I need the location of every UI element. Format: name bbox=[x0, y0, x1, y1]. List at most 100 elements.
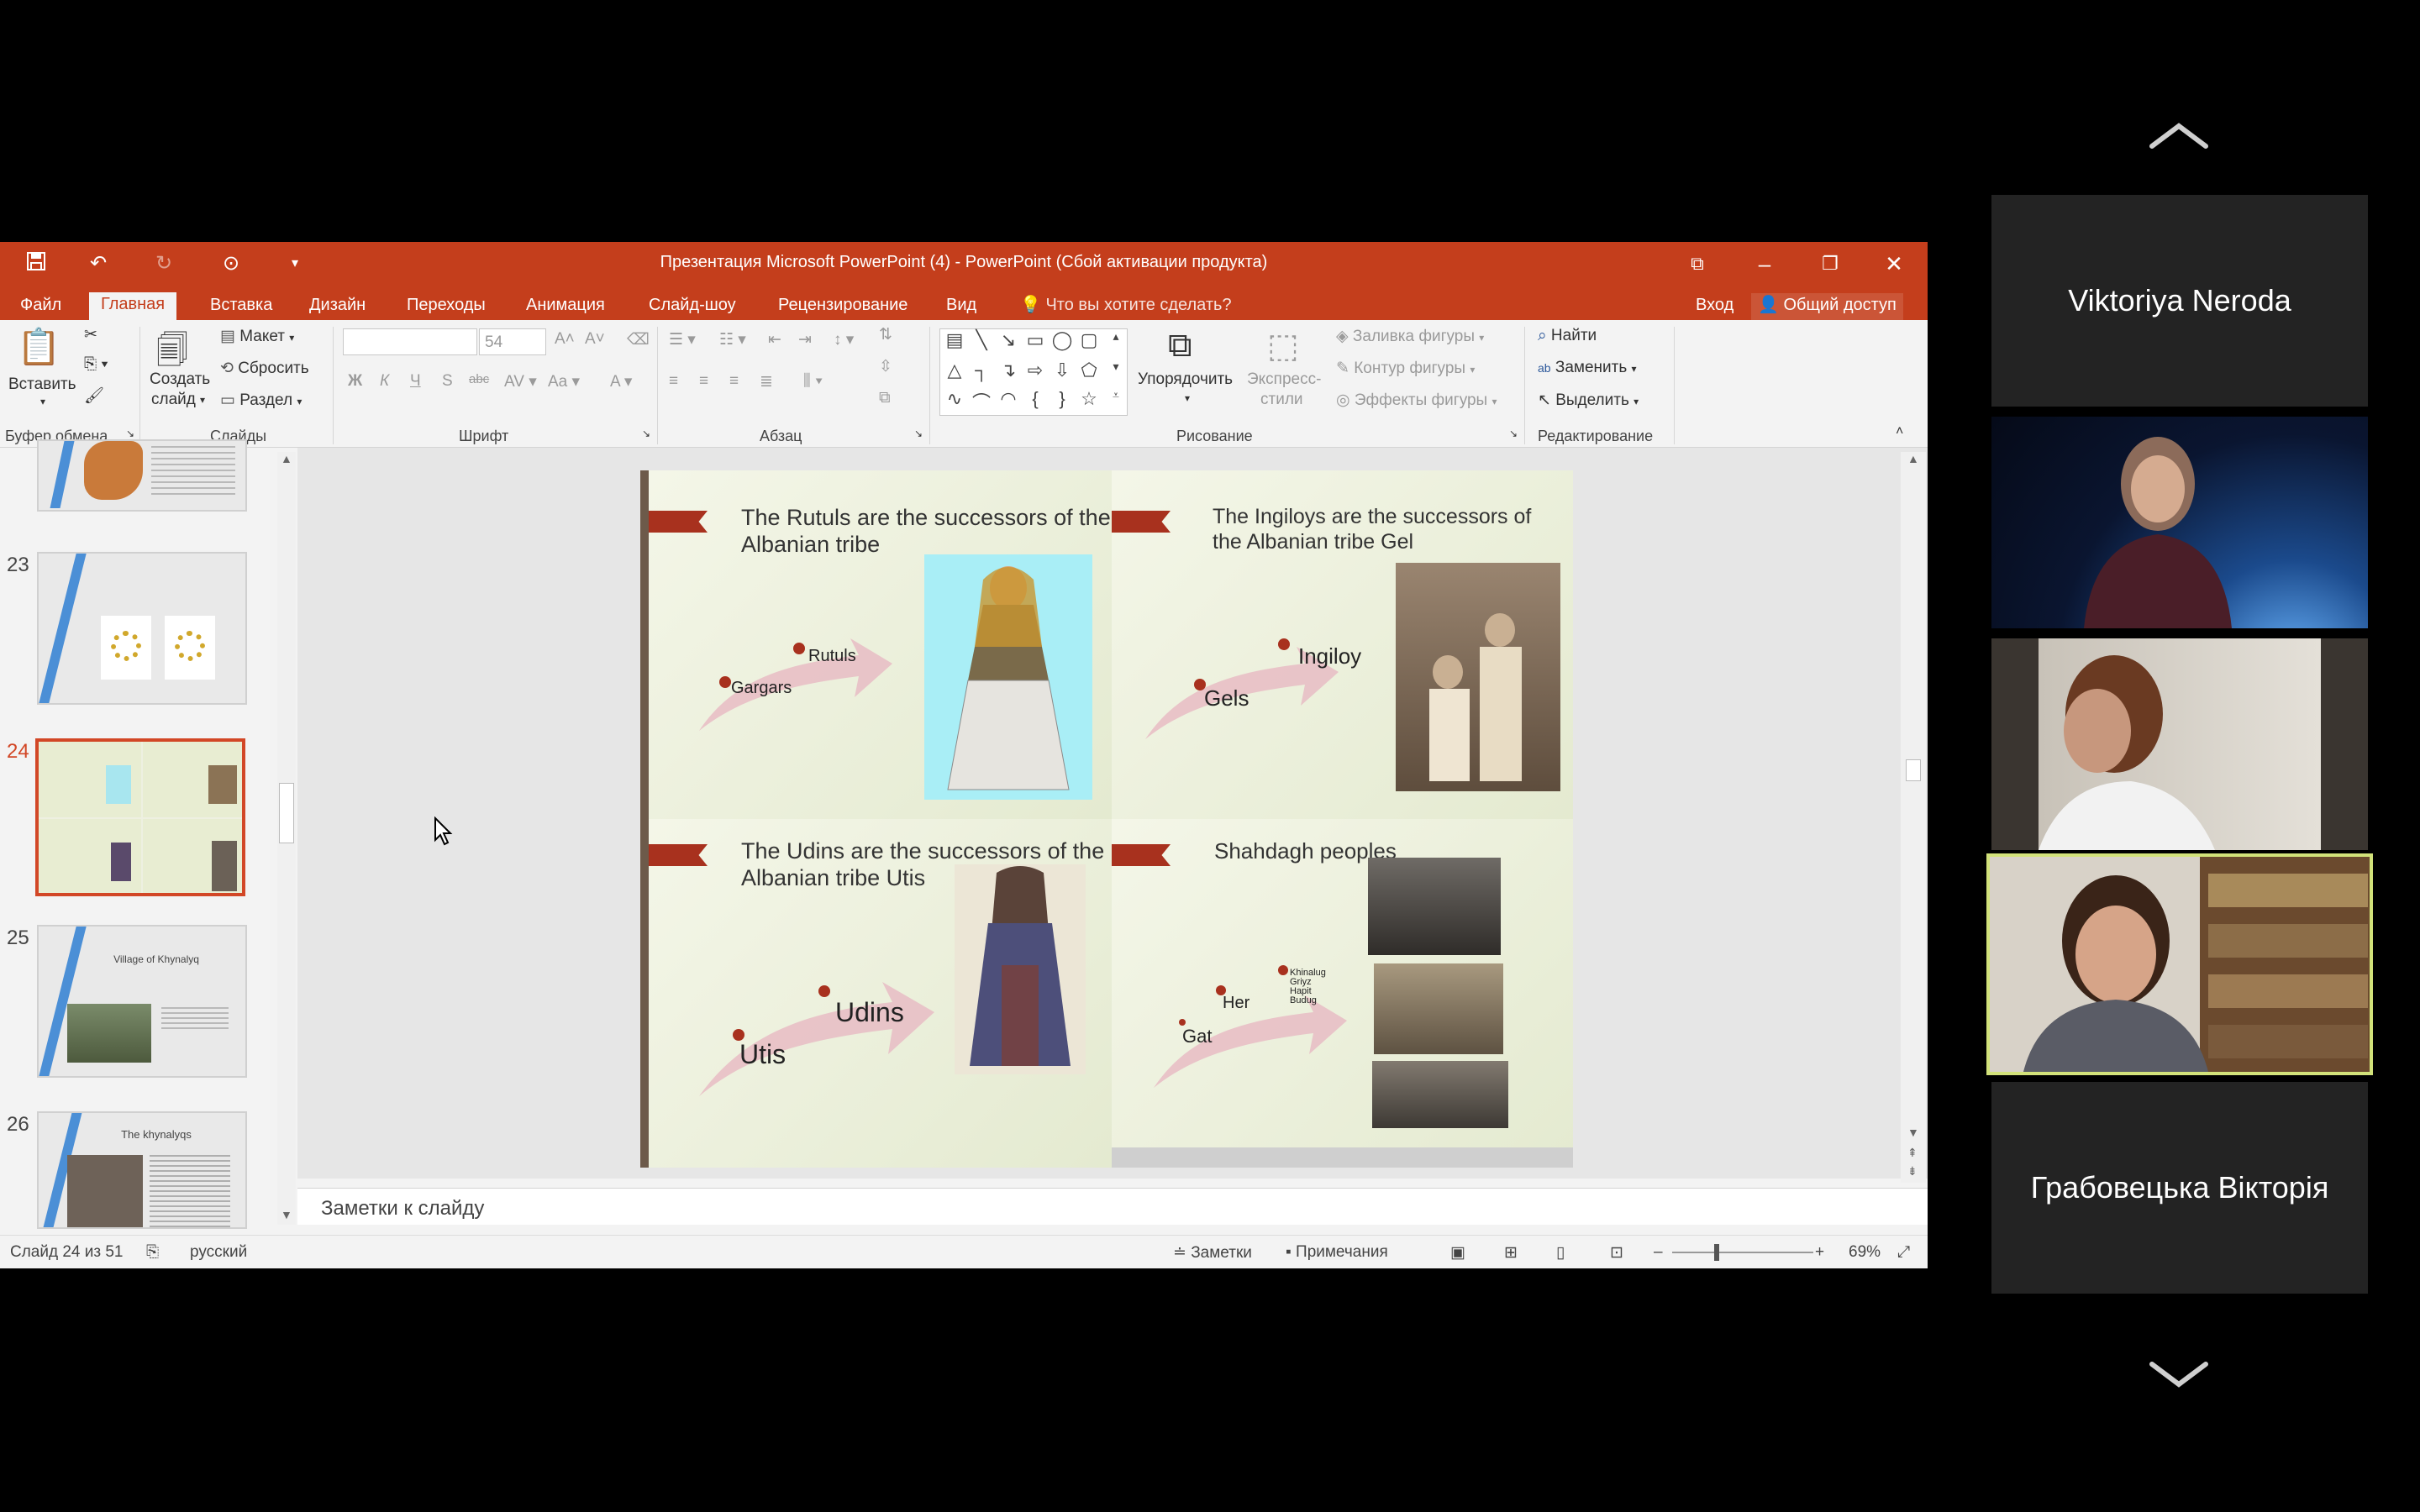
textbox-shape-icon[interactable]: ▤ bbox=[942, 329, 967, 351]
slide-thumbnail-23[interactable] bbox=[37, 552, 247, 705]
normal-view-icon[interactable]: ▣ bbox=[1450, 1243, 1465, 1263]
participant-tile-viktoriya-neroda[interactable]: Viktoriya Neroda bbox=[1991, 195, 2368, 407]
reading-view-icon[interactable]: ▯ bbox=[1556, 1243, 1565, 1263]
text-direction-icon[interactable]: ⇅ bbox=[879, 325, 892, 344]
tab-review[interactable]: Рецензирование bbox=[771, 293, 914, 320]
slide-thumbnail-25[interactable]: Village of Khynalyq bbox=[37, 925, 247, 1078]
paragraph-launcher-icon[interactable]: ↘ bbox=[914, 428, 923, 439]
participant-tile-grabovetska[interactable]: Грабовецька Вікторія bbox=[1991, 1082, 2368, 1294]
comments-toggle[interactable]: ▪ Примечания bbox=[1286, 1243, 1388, 1262]
tab-file[interactable]: Файл bbox=[13, 293, 68, 320]
pentagon-shape-icon[interactable]: ⬠ bbox=[1076, 360, 1102, 381]
decrease-font-icon[interactable]: A˅ bbox=[585, 330, 605, 349]
numbering-icon[interactable]: ☷ ▾ bbox=[719, 330, 746, 349]
arrange-button[interactable]: Упорядочить bbox=[1138, 370, 1233, 389]
bold-icon[interactable]: Ж bbox=[348, 372, 362, 391]
replace-button[interactable]: ab Заменить ▾ bbox=[1538, 359, 1637, 377]
zoom-level[interactable]: 69% bbox=[1849, 1243, 1881, 1262]
strikethrough-icon[interactable]: abc bbox=[469, 372, 489, 386]
current-slide[interactable]: The Rutuls are the successors of the Alb… bbox=[640, 470, 1573, 1168]
tab-home[interactable]: Главная bbox=[89, 292, 177, 320]
format-painter-icon[interactable]: 🖌 bbox=[84, 386, 104, 406]
shape-outline-button[interactable]: ✎ Контур фигуры ▾ bbox=[1336, 359, 1475, 378]
star-shape-icon[interactable]: ☆ bbox=[1076, 388, 1102, 410]
justify-icon[interactable]: ≣ bbox=[760, 372, 773, 391]
shadow-icon[interactable]: S bbox=[442, 372, 453, 391]
gallery-down-icon[interactable]: ▾ bbox=[1103, 360, 1128, 374]
shape-fill-button[interactable]: ◈ Заливка фигуры ▾ bbox=[1336, 327, 1484, 346]
chevron-down-icon[interactable] bbox=[2147, 1357, 2211, 1391]
cut-icon[interactable]: ✂ bbox=[84, 325, 97, 344]
change-case-icon[interactable]: Aa ▾ bbox=[548, 372, 580, 391]
font-color-icon[interactable]: A ▾ bbox=[610, 372, 632, 391]
select-button[interactable]: ↖ Выделить ▾ bbox=[1538, 391, 1639, 410]
align-right-icon[interactable]: ≡ bbox=[729, 372, 739, 391]
tab-view[interactable]: Вид bbox=[939, 293, 983, 320]
copy-icon[interactable]: ⎘ ▾ bbox=[84, 355, 108, 374]
tell-me-box[interactable]: 💡 Что вы хотите сделать? bbox=[1013, 293, 1239, 320]
new-slide-dropdown-icon[interactable]: ▾ bbox=[200, 394, 205, 406]
right-brace-icon[interactable]: } bbox=[1050, 388, 1075, 410]
tab-transitions[interactable]: Переходы bbox=[400, 293, 492, 320]
scroll-thumb[interactable] bbox=[279, 783, 294, 843]
elbow-arrow-icon[interactable]: ↴ bbox=[996, 360, 1021, 381]
slide-sorter-icon[interactable]: ⊞ bbox=[1504, 1243, 1518, 1263]
zoom-in-icon[interactable]: + bbox=[1815, 1243, 1824, 1262]
slide-thumbnail-26[interactable]: The khynalyqs bbox=[37, 1111, 247, 1229]
paste-dropdown-icon[interactable]: ▾ bbox=[40, 396, 45, 407]
paste-icon[interactable]: 📋 bbox=[17, 327, 60, 368]
clear-formatting-icon[interactable]: ⌫ bbox=[627, 330, 650, 349]
chevron-up-icon[interactable] bbox=[2147, 119, 2211, 153]
participant-video-1[interactable] bbox=[1991, 417, 2368, 628]
rectangle-shape-icon[interactable]: ▭ bbox=[1023, 329, 1048, 351]
restore-icon[interactable]: ❐ bbox=[1805, 247, 1855, 281]
columns-icon[interactable]: ⫼ ▾ bbox=[803, 372, 823, 391]
italic-icon[interactable]: К bbox=[380, 372, 389, 391]
layout-button[interactable]: ▤ Макет ▾ bbox=[220, 327, 294, 346]
slide-thumbnail-22[interactable] bbox=[37, 439, 247, 512]
align-left-icon[interactable]: ≡ bbox=[669, 372, 678, 391]
previous-slide-icon[interactable]: ⇞ bbox=[1907, 1146, 1918, 1160]
char-spacing-icon[interactable]: AV ▾ bbox=[504, 372, 537, 391]
scroll-down-icon[interactable]: ▼ bbox=[281, 1208, 292, 1221]
next-slide-icon[interactable]: ⇟ bbox=[1907, 1164, 1918, 1179]
tab-insert[interactable]: Вставка bbox=[203, 293, 279, 320]
collapse-ribbon-icon[interactable]: ˄ bbox=[1896, 424, 1903, 439]
align-center-icon[interactable]: ≡ bbox=[699, 372, 708, 391]
sign-in-link[interactable]: Вход bbox=[1689, 293, 1740, 320]
down-arrow-shape-icon[interactable]: ⇩ bbox=[1050, 360, 1075, 381]
font-size-select[interactable]: 54 bbox=[479, 328, 546, 355]
quick-styles-button[interactable]: Экспресс- bbox=[1247, 370, 1321, 389]
scroll-thumb[interactable] bbox=[1906, 759, 1921, 781]
decrease-indent-icon[interactable]: ⇤ bbox=[768, 330, 781, 349]
left-brace-icon[interactable]: { bbox=[1023, 388, 1048, 410]
scroll-down-icon[interactable]: ▼ bbox=[1907, 1126, 1919, 1139]
rounded-rect-shape-icon[interactable]: ▢ bbox=[1076, 329, 1102, 351]
increase-indent-icon[interactable]: ⇥ bbox=[798, 330, 812, 349]
close-icon[interactable]: ✕ bbox=[1869, 247, 1919, 281]
new-slide-label[interactable]: слайд bbox=[151, 391, 196, 409]
shapes-gallery[interactable]: ▤ ╲ ↘ ▭ ◯ ▢ △ ┐ ↴ ⇨ ⇩ ⬠ ∿ ⌒ ◠ { } ☆ ▴ ▾ … bbox=[939, 328, 1128, 416]
bullets-icon[interactable]: ☰ ▾ bbox=[669, 330, 696, 349]
gallery-more-icon[interactable]: ⩡ bbox=[1103, 388, 1128, 402]
line-spacing-icon[interactable]: ↕ ▾ bbox=[834, 330, 854, 349]
fit-slide-icon[interactable]: ⤢ bbox=[1897, 1243, 1910, 1262]
elbow-connector-icon[interactable]: ┐ bbox=[969, 360, 994, 381]
new-slide-button[interactable]: Создать bbox=[150, 370, 210, 389]
scroll-up-icon[interactable]: ▲ bbox=[281, 452, 292, 465]
oval-shape-icon[interactable]: ◯ bbox=[1050, 329, 1075, 351]
quick-styles-icon[interactable]: ⬚ bbox=[1267, 327, 1299, 365]
underline-icon[interactable]: Ч bbox=[410, 372, 421, 391]
zoom-slider-thumb[interactable] bbox=[1714, 1244, 1719, 1261]
align-text-icon[interactable]: ⇳ bbox=[879, 357, 892, 376]
find-button[interactable]: ⌕ Найти bbox=[1538, 327, 1597, 345]
smartart-icon[interactable]: ⧉ bbox=[879, 389, 891, 407]
zoom-slider-track[interactable] bbox=[1672, 1252, 1813, 1253]
font-name-select[interactable] bbox=[343, 328, 477, 355]
curve-shape-icon[interactable]: ⌒ bbox=[969, 388, 994, 415]
reset-button[interactable]: ⟲ Сбросить bbox=[220, 359, 309, 378]
editor-scrollbar[interactable]: ▲ ▼ ⇞ ⇟ bbox=[1901, 452, 1926, 1183]
tab-slideshow[interactable]: Слайд-шоу bbox=[642, 293, 743, 320]
quick-styles-label[interactable]: стили bbox=[1260, 391, 1303, 409]
notes-toggle[interactable]: ≐ Заметки bbox=[1173, 1243, 1252, 1263]
